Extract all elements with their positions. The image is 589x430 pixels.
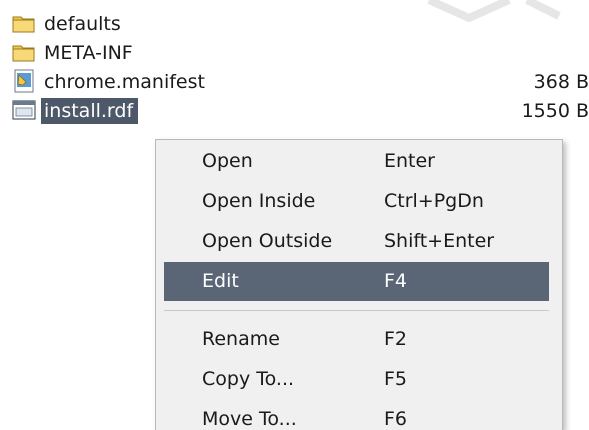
- file-name: chrome.manifest: [44, 71, 205, 93]
- menu-item-shortcut: F6: [384, 408, 408, 430]
- menu-item-edit[interactable]: Edit F4: [164, 262, 549, 301]
- file-name: defaults: [44, 13, 121, 35]
- menu-item-label: Copy To...: [202, 368, 295, 390]
- menu-item-shortcut: F2: [384, 328, 408, 350]
- file-row-meta-inf[interactable]: META-INF: [12, 38, 589, 68]
- menu-item-label: Open: [202, 150, 253, 172]
- file-row-install-rdf[interactable]: install.rdf 1550 B: [12, 96, 589, 126]
- menu-item-open-outside[interactable]: Open Outside Shift+Enter: [164, 222, 549, 261]
- menu-item-move-to[interactable]: Move To... F6: [164, 400, 549, 430]
- menu-item-shortcut: Shift+Enter: [384, 230, 495, 252]
- context-menu: Open Enter Open Inside Ctrl+PgDn Open Ou…: [155, 139, 563, 430]
- menu-separator: [164, 310, 549, 311]
- folder-icon: [12, 16, 35, 33]
- menu-item-open[interactable]: Open Enter: [164, 142, 549, 181]
- menu-item-open-inside[interactable]: Open Inside Ctrl+PgDn: [164, 182, 549, 221]
- menu-item-label: Open Inside: [202, 190, 316, 212]
- menu-item-label: Open Outside: [202, 230, 333, 252]
- menu-item-shortcut: F5: [384, 368, 408, 390]
- rdf-file-icon: [12, 100, 36, 120]
- menu-item-shortcut: Enter: [384, 150, 435, 172]
- menu-item-shortcut: Ctrl+PgDn: [384, 190, 484, 212]
- menu-item-shortcut: F4: [384, 270, 408, 292]
- menu-item-label: Rename: [202, 328, 280, 350]
- file-size: 368 B: [533, 71, 589, 93]
- file-row-defaults[interactable]: defaults: [12, 9, 589, 39]
- menu-item-copy-to[interactable]: Copy To... F5: [164, 360, 549, 399]
- file-row-chrome-manifest[interactable]: chrome.manifest 368 B: [12, 67, 589, 97]
- folder-icon: [12, 45, 35, 62]
- file-size: 1550 B: [521, 100, 589, 122]
- menu-item-rename[interactable]: Rename F2: [164, 320, 549, 359]
- manifest-file-icon: [14, 69, 34, 93]
- file-name: install.rdf: [41, 98, 139, 124]
- menu-item-label: Move To...: [202, 408, 297, 430]
- file-name: META-INF: [44, 42, 133, 64]
- menu-item-label: Edit: [202, 270, 239, 292]
